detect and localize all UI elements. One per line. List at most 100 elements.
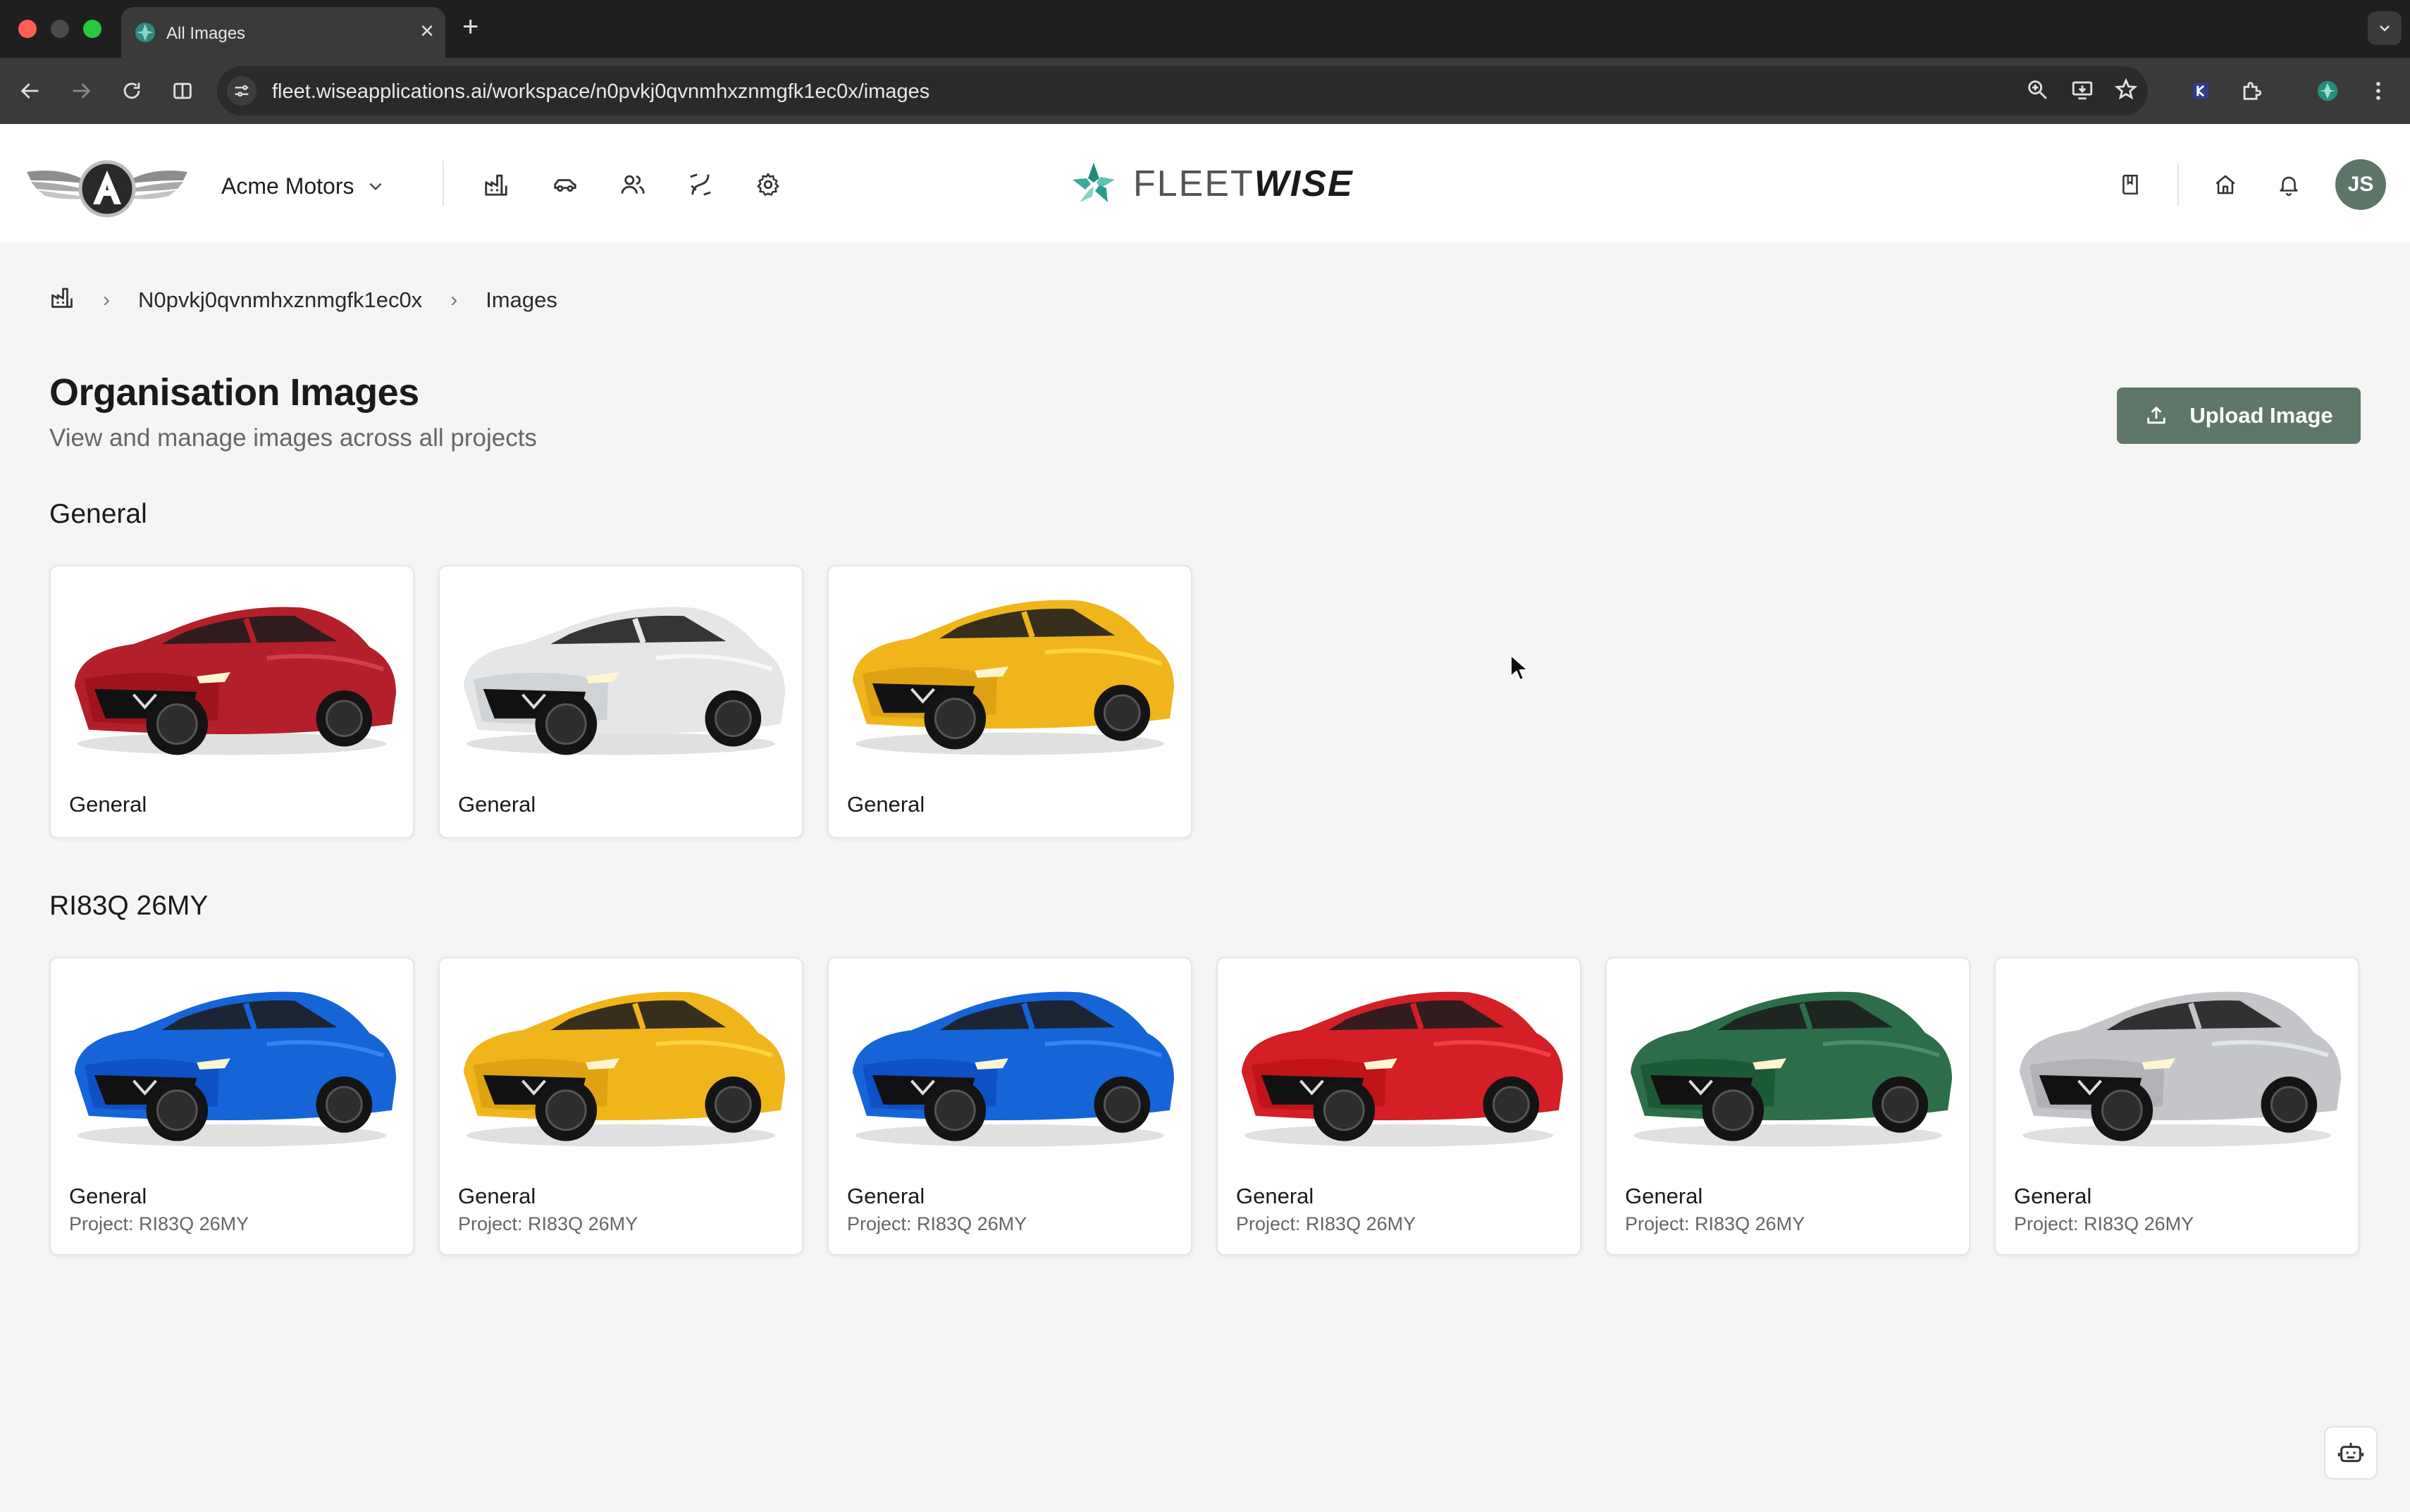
site-settings-button[interactable] bbox=[227, 76, 257, 106]
reload-button[interactable] bbox=[116, 75, 148, 107]
home-button[interactable] bbox=[2207, 166, 2244, 203]
car-image bbox=[1241, 991, 1564, 1147]
image-card[interactable]: General Project: RI83Q 26MY bbox=[1216, 957, 1581, 1256]
image-card-project: Project: RI83Q 26MY bbox=[2014, 1213, 2194, 1234]
bell-icon bbox=[2280, 176, 2298, 197]
nav-vehicles-button[interactable] bbox=[547, 166, 583, 203]
page-subtitle: View and manage images across all projec… bbox=[49, 424, 537, 452]
url-text[interactable]: fleet.wiseapplications.ai/workspace/n0pv… bbox=[272, 80, 929, 104]
upload-icon bbox=[2147, 407, 2166, 424]
bookmark-star-button[interactable] bbox=[2114, 78, 2142, 106]
fleetwise-mark-icon bbox=[1073, 163, 1115, 202]
notifications-button[interactable] bbox=[2270, 166, 2307, 203]
tab-search-button[interactable] bbox=[2368, 11, 2402, 45]
home-icon bbox=[2216, 175, 2235, 194]
forward-button[interactable] bbox=[65, 75, 97, 107]
tab-title: All Images bbox=[166, 24, 246, 43]
window-maximize-button[interactable] bbox=[83, 20, 101, 38]
image-card[interactable]: General bbox=[438, 565, 803, 838]
chevron-down-icon bbox=[2380, 25, 2390, 32]
image-card-project: Project: RI83Q 26MY bbox=[1625, 1213, 1805, 1234]
image-card-label: General bbox=[2014, 1184, 2092, 1208]
split-view-icon bbox=[173, 82, 192, 99]
nav-factory-button[interactable] bbox=[478, 166, 514, 203]
browser-menu-button[interactable] bbox=[2362, 75, 2394, 107]
upload-image-label: Upload Image bbox=[2189, 403, 2333, 428]
org-switcher[interactable]: Acme Motors bbox=[221, 169, 385, 203]
car-image bbox=[463, 991, 786, 1147]
browser-tab-active[interactable]: All Images × bbox=[121, 7, 445, 58]
upload-image-button[interactable]: Upload Image bbox=[2117, 388, 2361, 444]
section-title-general: General bbox=[49, 499, 147, 529]
user-avatar[interactable]: JS bbox=[2335, 159, 2386, 210]
star-icon bbox=[2114, 78, 2138, 100]
section-title-project: RI83Q 26MY bbox=[49, 891, 209, 921]
factory-icon bbox=[51, 287, 73, 308]
kebab-menu-icon bbox=[2376, 82, 2380, 100]
car-image bbox=[2019, 991, 2342, 1147]
app-header: Acme Motors FLEETWISE JS bbox=[0, 124, 2410, 242]
address-bar[interactable]: fleet.wiseapplications.ai/workspace/n0pv… bbox=[217, 66, 2148, 116]
extension-button[interactable] bbox=[2185, 75, 2217, 107]
image-card-label: General bbox=[1625, 1184, 1703, 1208]
header-divider bbox=[443, 161, 444, 206]
image-card-label: General bbox=[69, 792, 147, 817]
chevron-down-icon bbox=[370, 182, 382, 191]
nav-routes-button[interactable] bbox=[682, 166, 719, 203]
breadcrumb-home-link[interactable] bbox=[49, 285, 75, 316]
image-card-project: Project: RI83Q 26MY bbox=[69, 1213, 249, 1234]
nav-settings-button[interactable] bbox=[750, 166, 786, 203]
mouse-cursor-icon bbox=[1510, 655, 1528, 681]
assistant-button[interactable] bbox=[2324, 1426, 2378, 1480]
image-card[interactable]: General Project: RI83Q 26MY bbox=[827, 957, 1192, 1256]
robot-icon bbox=[2337, 1442, 2364, 1463]
image-card[interactable]: General Project: RI83Q 26MY bbox=[49, 957, 414, 1256]
image-card[interactable]: General bbox=[49, 565, 414, 838]
browser-toolbar: fleet.wiseapplications.ai/workspace/n0pv… bbox=[0, 58, 2410, 124]
image-card[interactable]: General Project: RI83Q 26MY bbox=[1994, 957, 2359, 1256]
image-card-label: General bbox=[847, 1184, 925, 1208]
breadcrumb: › N0pvkj0qvnmhxznmgfk1ec0x › Images bbox=[49, 285, 557, 316]
factory-icon bbox=[485, 174, 507, 196]
window-minimize-button[interactable] bbox=[51, 20, 69, 38]
header-right-divider bbox=[2177, 163, 2179, 206]
image-card-project: Project: RI83Q 26MY bbox=[1236, 1213, 1416, 1234]
car-icon bbox=[554, 179, 576, 192]
car-image bbox=[74, 607, 397, 755]
wordmark-wise: WISE bbox=[1254, 163, 1354, 204]
car-image bbox=[852, 991, 1175, 1147]
zoom-button[interactable] bbox=[2025, 78, 2053, 106]
browser-tab-bar: All Images × + bbox=[0, 0, 2410, 58]
zoom-icon bbox=[2028, 80, 2047, 99]
tab-close-icon[interactable]: × bbox=[420, 17, 434, 45]
extension-badge-icon bbox=[2192, 82, 2209, 99]
window-close-button[interactable] bbox=[18, 20, 37, 38]
org-name: Acme Motors bbox=[221, 173, 354, 199]
breadcrumb-workspace-link[interactable]: N0pvkj0qvnmhxznmgfk1ec0x bbox=[138, 287, 422, 313]
page-title: Organisation Images bbox=[49, 371, 419, 414]
chevron-right-icon: › bbox=[450, 288, 458, 311]
wordmark-fleet: FLEET bbox=[1133, 163, 1254, 204]
profile-button[interactable] bbox=[2311, 75, 2344, 107]
fleetwise-logo[interactable]: FLEETWISE bbox=[1068, 159, 1354, 209]
image-card[interactable]: General Project: RI83Q 26MY bbox=[1605, 957, 1970, 1256]
gear-icon bbox=[757, 173, 779, 196]
acme-winged-logo-icon[interactable] bbox=[24, 152, 190, 220]
car-image bbox=[852, 600, 1175, 755]
reload-icon bbox=[123, 82, 140, 99]
arrow-right-icon bbox=[73, 83, 91, 99]
image-card[interactable]: General Project: RI83Q 26MY bbox=[438, 957, 803, 1256]
fleetwise-profile-icon bbox=[2317, 80, 2338, 101]
arrow-left-icon bbox=[20, 83, 39, 99]
split-view-button[interactable] bbox=[166, 75, 199, 107]
car-image bbox=[463, 607, 786, 755]
tune-icon bbox=[235, 85, 249, 97]
docs-button[interactable] bbox=[2113, 166, 2149, 203]
nav-users-button[interactable] bbox=[614, 166, 651, 203]
install-app-button[interactable] bbox=[2070, 78, 2099, 106]
image-card-label: General bbox=[69, 1184, 147, 1208]
extensions-menu-button[interactable] bbox=[2235, 75, 2268, 107]
back-button[interactable] bbox=[14, 75, 47, 107]
new-tab-button[interactable]: + bbox=[462, 10, 478, 44]
image-card[interactable]: General bbox=[827, 565, 1192, 838]
